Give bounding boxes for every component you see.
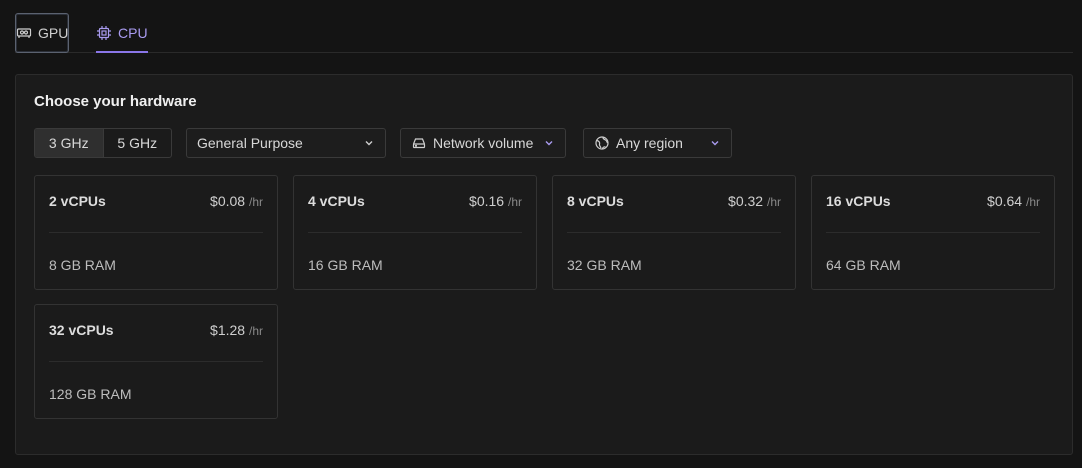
hardware-type-tabs: GPU CPU (15, 13, 1073, 53)
tab-gpu[interactable]: GPU (15, 13, 69, 53)
cpu-count: 16 vCPUs (826, 193, 891, 209)
card-divider (49, 361, 263, 362)
volume-select[interactable]: Network volume (400, 128, 566, 158)
cpu-option-card[interactable]: 32 vCPUs $1.28 /hr 128 GB RAM (34, 304, 278, 419)
ram-amount: 128 GB RAM (49, 386, 132, 402)
price-unit: /hr (248, 195, 263, 209)
ram-amount: 32 GB RAM (567, 257, 642, 273)
price-value: $0.08 (210, 193, 246, 209)
price-unit: /hr (248, 324, 263, 338)
tab-cpu-label: CPU (118, 24, 148, 41)
price-unit: /hr (507, 195, 522, 209)
globe-icon (594, 135, 610, 151)
price-value: $0.16 (469, 193, 505, 209)
cpu-option-card[interactable]: 16 vCPUs $0.64 /hr 64 GB RAM (811, 175, 1055, 290)
clock-option-5ghz[interactable]: 5 GHz (104, 129, 172, 157)
cpu-chip-icon (96, 25, 112, 41)
price-value: $0.32 (728, 193, 764, 209)
card-divider (49, 232, 263, 233)
chevron-down-icon (709, 137, 721, 149)
drive-icon (411, 135, 427, 151)
hourly-price: $1.28 /hr (210, 322, 263, 338)
cpu-option-card[interactable]: 8 vCPUs $0.32 /hr 32 GB RAM (552, 175, 796, 290)
clock-option-3ghz[interactable]: 3 GHz (35, 129, 104, 157)
gpu-card-icon (16, 25, 32, 41)
chevron-down-icon (543, 137, 555, 149)
ram-amount: 16 GB RAM (308, 257, 383, 273)
purpose-select[interactable]: General Purpose (186, 128, 386, 158)
region-select-value: Any region (616, 135, 683, 151)
card-divider (308, 232, 522, 233)
cpu-option-card[interactable]: 2 vCPUs $0.08 /hr 8 GB RAM (34, 175, 278, 290)
hourly-price: $0.08 /hr (210, 193, 263, 209)
price-unit: /hr (1025, 195, 1040, 209)
cpu-count: 8 vCPUs (567, 193, 624, 209)
cpu-count: 4 vCPUs (308, 193, 365, 209)
clock-speed-toggle: 3 GHz 5 GHz (34, 128, 172, 158)
tab-cpu[interactable]: CPU (96, 13, 148, 53)
cpu-count: 32 vCPUs (49, 322, 114, 338)
price-value: $0.64 (987, 193, 1023, 209)
card-divider (826, 232, 1040, 233)
panel-title: Choose your hardware (34, 93, 197, 110)
cpu-option-card[interactable]: 4 vCPUs $0.16 /hr 16 GB RAM (293, 175, 537, 290)
hourly-price: $0.64 /hr (987, 193, 1040, 209)
purpose-select-value: General Purpose (197, 135, 303, 151)
cpu-count: 2 vCPUs (49, 193, 106, 209)
volume-select-value: Network volume (433, 135, 534, 151)
hourly-price: $0.16 /hr (469, 193, 522, 209)
region-select[interactable]: Any region (583, 128, 732, 158)
chevron-down-icon (363, 137, 375, 149)
ram-amount: 64 GB RAM (826, 257, 901, 273)
price-unit: /hr (766, 195, 781, 209)
ram-amount: 8 GB RAM (49, 257, 116, 273)
price-value: $1.28 (210, 322, 246, 338)
hardware-panel: Choose your hardware 3 GHz 5 GHz General… (15, 74, 1073, 455)
card-divider (567, 232, 781, 233)
tab-gpu-label: GPU (38, 25, 69, 41)
hourly-price: $0.32 /hr (728, 193, 781, 209)
